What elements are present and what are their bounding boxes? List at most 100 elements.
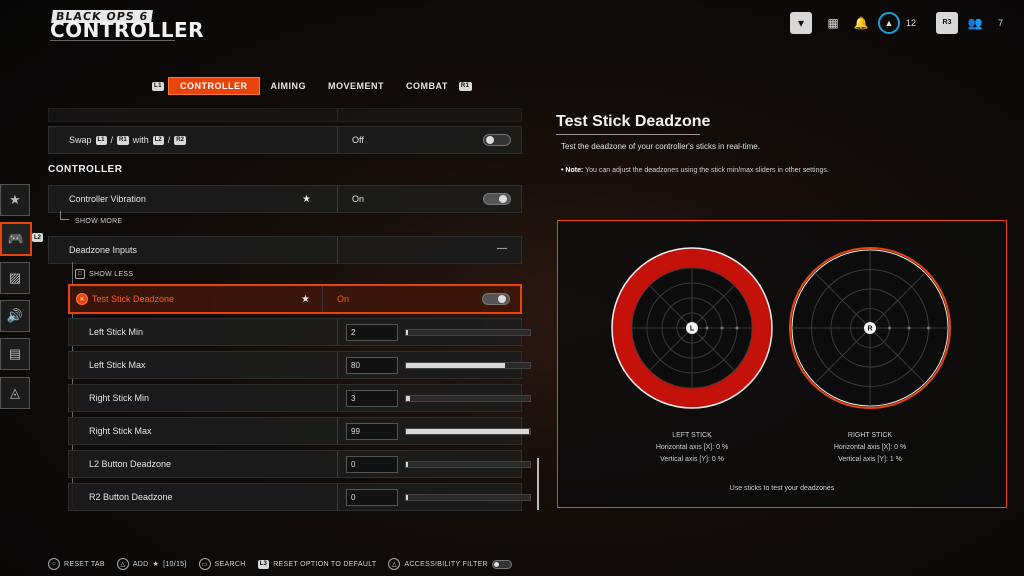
slider-fill <box>406 395 410 401</box>
options-button-icon: ○ <box>48 558 60 570</box>
tab-movement[interactable]: MOVEMENT <box>317 78 395 94</box>
slider-value: 3 <box>351 393 356 403</box>
right-stick-center-label: R <box>867 326 872 333</box>
slider-value-input[interactable]: 0 <box>346 488 398 506</box>
test-stick-toggle[interactable] <box>482 293 510 305</box>
favorite-star-icon[interactable]: ★ <box>301 294 310 305</box>
swap-value: Off <box>352 135 364 145</box>
party-count: 7 <box>998 18 1004 28</box>
rail-audio[interactable]: 🔊 <box>0 300 30 332</box>
list-scrollbar[interactable] <box>537 458 539 510</box>
accessibility-toggle[interactable] <box>492 559 512 569</box>
slider-label: R2 Button Deadzone <box>89 492 173 502</box>
r3-social-button[interactable]: R3 <box>936 12 959 34</box>
square-button-icon: □ <box>75 269 85 279</box>
slider-value-input[interactable]: 80 <box>346 356 398 374</box>
rail-favorites[interactable]: ★ <box>0 184 30 216</box>
left-stick-horizontal: Horizontal axis [X]: 0 % <box>655 444 729 451</box>
swap-bumpers-row[interactable]: Swap L1 / R1 with L2 / R2 Off <box>48 126 522 154</box>
tab-aiming[interactable]: AIMING <box>260 78 318 94</box>
right-stick-tick <box>888 326 891 330</box>
r1-key-icon: R1 <box>458 81 472 91</box>
tab-combat[interactable]: COMBAT <box>395 78 459 94</box>
slider-track[interactable] <box>405 328 531 336</box>
left-stick-center-label: L <box>690 326 695 333</box>
party-icon[interactable]: 👥 <box>964 12 986 34</box>
reset-default-label: RESET OPTION TO DEFAULT <box>273 560 377 568</box>
cross-button-icon: ✕ <box>76 293 88 305</box>
search-prompt[interactable]: ▭ SEARCH <box>198 558 246 570</box>
grid-menu-icon[interactable]: ▦ <box>822 12 844 34</box>
notification-bell-icon[interactable]: 🔔 <box>850 12 872 34</box>
slider-fill <box>406 461 409 467</box>
right-stick-vertical: Vertical axis [Y]: 1 % <box>838 456 902 463</box>
slider-row[interactable]: R2 Button Deadzone 0 <box>68 483 531 511</box>
slider-value-input[interactable]: 99 <box>346 422 398 440</box>
l2-key-icon: L2 <box>152 135 164 145</box>
network-icon: ◬ <box>10 385 20 400</box>
panel-note: • Note: You can adjust the deadzones usi… <box>561 167 829 174</box>
slider-value: 2 <box>351 327 356 337</box>
test-stick-deadzone-row[interactable]: ✕ Test Stick Deadzone ★ On <box>68 284 522 314</box>
deadzone-inputs-row[interactable]: Deadzone Inputs — <box>48 236 522 264</box>
rail-graphics[interactable]: ▨ <box>0 262 30 294</box>
show-less-link[interactable]: □ SHOW LESS <box>75 269 133 279</box>
reset-tab-prompt[interactable]: ○ RESET TAB <box>48 558 105 570</box>
add-favorite-prompt[interactable]: △ ADD ★ [10/15] <box>116 558 187 570</box>
slider-label: Left Stick Max <box>89 360 146 370</box>
slider-value: 0 <box>351 492 356 502</box>
slider-label: Right Stick Min <box>89 393 150 403</box>
panel-title: Test Stick Deadzone <box>556 113 711 130</box>
tab-controller[interactable]: CONTROLLER <box>168 77 260 95</box>
slider-value-input[interactable]: 2 <box>346 323 398 341</box>
left-stick-tick <box>735 326 739 330</box>
section-title: CONTROLLER <box>48 164 123 175</box>
list-item-faded <box>48 108 522 122</box>
slider-track[interactable] <box>405 361 531 369</box>
slider-track[interactable] <box>405 460 531 468</box>
interface-icon: ▤ <box>8 346 22 361</box>
slider-row[interactable]: Left Stick Max 80 <box>68 351 531 379</box>
reset-default-prompt[interactable]: L3 RESET OPTION TO DEFAULT <box>257 559 377 569</box>
accessibility-filter-prompt[interactable]: △ ACCESSIBILITY FILTER <box>388 558 512 570</box>
slider-row[interactable]: Left Stick Min 2 <box>68 318 531 346</box>
swap-toggle[interactable] <box>483 134 511 146</box>
rail-interface[interactable]: ▤ <box>0 338 30 370</box>
slider-track[interactable] <box>405 394 531 402</box>
page-title: CONTROLLER <box>50 18 205 42</box>
collapse-icon[interactable]: — <box>497 243 507 254</box>
note-label: Note: <box>565 167 584 174</box>
touchpad-button-icon: ▭ <box>198 558 211 570</box>
slider-row[interactable]: Right Stick Max 99 <box>68 417 531 445</box>
slider-track[interactable] <box>405 427 531 435</box>
level-badge-icon[interactable]: ▲ <box>878 12 900 34</box>
add-count: [10/15] <box>163 560 187 568</box>
rail-controller[interactable]: 🎮 <box>0 222 32 256</box>
left-stick-title: LEFT STICK <box>672 432 712 439</box>
show-less-label: SHOW LESS <box>89 270 134 278</box>
controller-vibration-row[interactable]: Controller Vibration ★ On <box>48 185 522 213</box>
favorite-star-icon[interactable]: ★ <box>302 194 311 205</box>
slider-label: Left Stick Min <box>89 327 144 337</box>
deadzone-inputs-label: Deadzone Inputs <box>69 245 138 255</box>
slider-row[interactable]: L2 Button Deadzone 0 <box>68 450 531 478</box>
slider-value: 0 <box>351 459 356 469</box>
show-more-link[interactable]: SHOW MORE <box>75 218 122 225</box>
slider-track[interactable] <box>405 493 531 501</box>
profile-icon[interactable]: ▾ <box>790 12 812 34</box>
slider-value-input[interactable]: 0 <box>346 455 398 473</box>
left-stick-readout: LEFT STICK Horizontal axis [X]: 0 % Vert… <box>622 430 762 466</box>
slider-value-input[interactable]: 3 <box>346 389 398 407</box>
right-stick-title: RIGHT STICK <box>847 432 893 439</box>
accessibility-label: ACCESSIBILITY FILTER <box>404 560 488 568</box>
r1-key-icon: R1 <box>117 135 129 145</box>
slider-row[interactable]: Right Stick Min 3 <box>68 384 531 412</box>
bottom-prompt-bar: ○ RESET TAB △ ADD ★ [10/15] ▭ SEARCH L3 RESET … <box>48 558 512 570</box>
test-stick-label: Test Stick Deadzone <box>92 294 175 304</box>
vibration-toggle[interactable] <box>483 193 511 205</box>
slash-text: / <box>167 135 171 145</box>
slider-label: Right Stick Max <box>89 426 152 436</box>
l2-key-icon: L2 <box>32 233 44 242</box>
rail-account[interactable]: ◬ <box>0 377 30 409</box>
note-text: You can adjust the deadzones using the s… <box>585 167 829 174</box>
